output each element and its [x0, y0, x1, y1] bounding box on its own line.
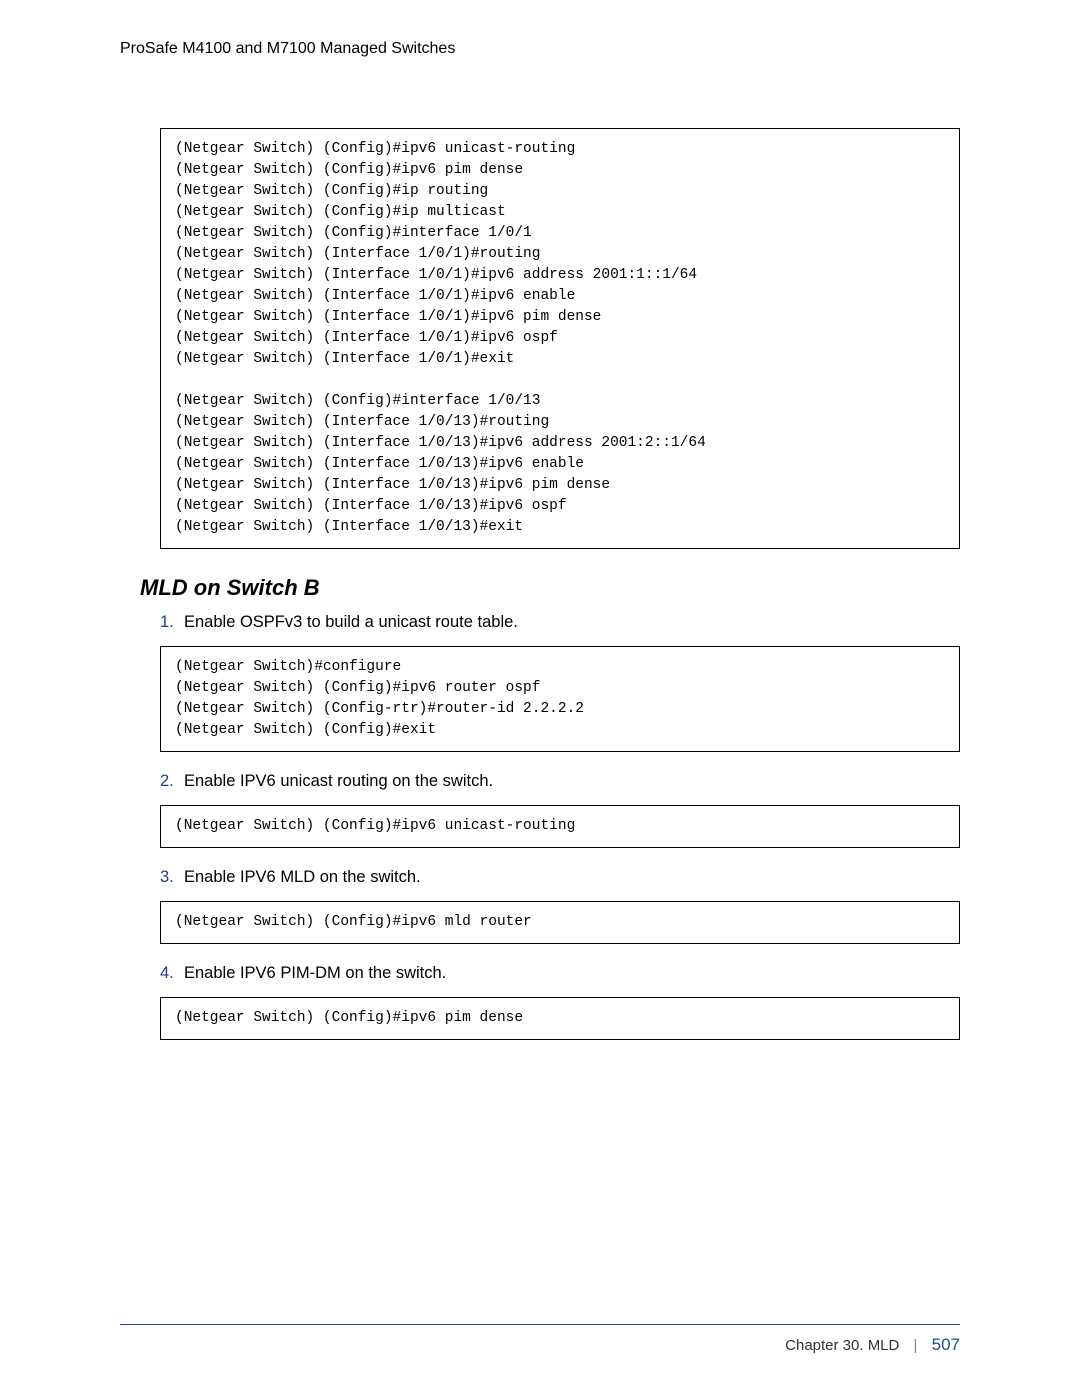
- code-block-step1: (Netgear Switch)#configure (Netgear Swit…: [160, 646, 960, 752]
- step-number: 3.: [160, 868, 184, 887]
- step-text: Enable OSPFv3 to build a unicast route t…: [184, 613, 518, 631]
- code-block-step3: (Netgear Switch) (Config)#ipv6 mld route…: [160, 901, 960, 944]
- steps-list: 4.Enable IPV6 PIM-DM on the switch.: [160, 964, 960, 983]
- code-block-step2: (Netgear Switch) (Config)#ipv6 unicast-r…: [160, 805, 960, 848]
- step-2: 2.Enable IPV6 unicast routing on the swi…: [160, 772, 960, 791]
- step-number: 1.: [160, 613, 184, 632]
- steps-list: 1.Enable OSPFv3 to build a unicast route…: [160, 613, 960, 632]
- page-footer: Chapter 30. MLD | 507: [120, 1324, 960, 1355]
- footer-chapter: Chapter 30. MLD: [785, 1337, 899, 1354]
- section-heading: MLD on Switch B: [140, 575, 960, 601]
- step-3: 3.Enable IPV6 MLD on the switch.: [160, 868, 960, 887]
- step-1: 1.Enable OSPFv3 to build a unicast route…: [160, 613, 960, 632]
- step-text: Enable IPV6 MLD on the switch.: [184, 868, 421, 886]
- page: ProSafe M4100 and M7100 Managed Switches…: [0, 0, 1080, 1397]
- footer-page-number: 507: [932, 1335, 960, 1354]
- step-4: 4.Enable IPV6 PIM-DM on the switch.: [160, 964, 960, 983]
- step-number: 4.: [160, 964, 184, 983]
- running-header: ProSafe M4100 and M7100 Managed Switches: [120, 40, 960, 58]
- step-number: 2.: [160, 772, 184, 791]
- code-block-main-config: (Netgear Switch) (Config)#ipv6 unicast-r…: [160, 128, 960, 549]
- steps-list: 3.Enable IPV6 MLD on the switch.: [160, 868, 960, 887]
- step-text: Enable IPV6 unicast routing on the switc…: [184, 772, 493, 790]
- code-block-step4: (Netgear Switch) (Config)#ipv6 pim dense: [160, 997, 960, 1040]
- footer-divider: |: [914, 1337, 918, 1354]
- steps-list: 2.Enable IPV6 unicast routing on the swi…: [160, 772, 960, 791]
- step-text: Enable IPV6 PIM-DM on the switch.: [184, 964, 446, 982]
